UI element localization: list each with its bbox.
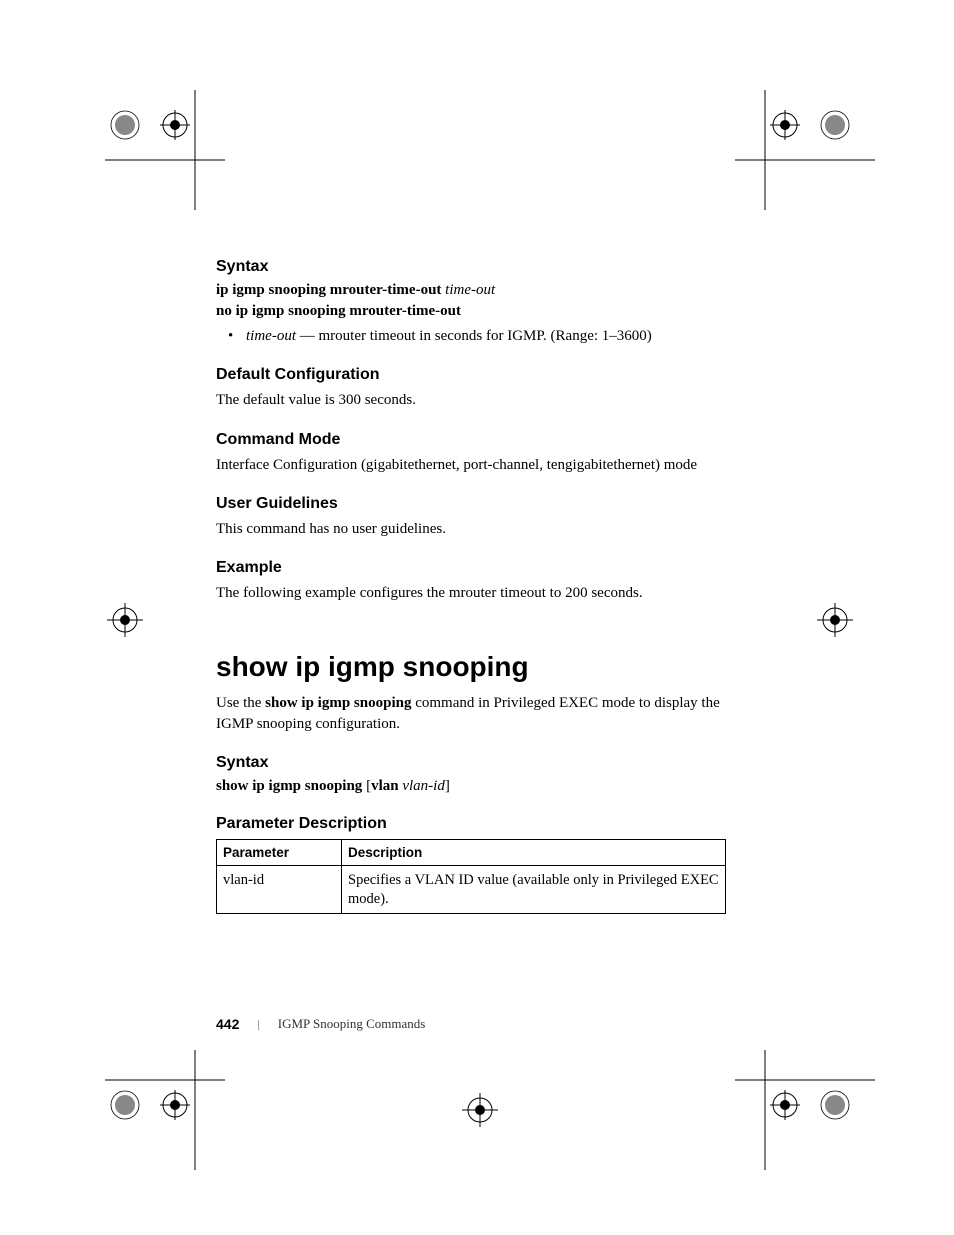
syntax2-line: show ip igmp snooping [vlan vlan-id] bbox=[216, 778, 726, 795]
footer-section-title: IGMP Snooping Commands bbox=[278, 1016, 426, 1032]
crop-mark-bottom-left bbox=[105, 1050, 225, 1170]
footer-divider-icon: | bbox=[257, 1017, 259, 1032]
command-intro: Use the show ip igmp snooping command in… bbox=[216, 693, 726, 734]
example-section: Example The following example configures… bbox=[216, 559, 726, 603]
table-header-parameter: Parameter bbox=[217, 839, 342, 865]
user-guidelines-section: User Guidelines This command has no user… bbox=[216, 495, 726, 539]
table-header-description: Description bbox=[342, 839, 726, 865]
default-config-heading: Default Configuration bbox=[216, 366, 726, 384]
default-config-text: The default value is 300 seconds. bbox=[216, 390, 726, 410]
parameter-table: Parameter Description vlan-id Specifies … bbox=[216, 839, 726, 915]
crop-mark-mid-right bbox=[805, 595, 865, 645]
syntax-bullet-list: • time-out — mrouter timeout in seconds … bbox=[246, 326, 726, 346]
crop-mark-top-left bbox=[105, 90, 225, 210]
crop-mark-top-right bbox=[735, 90, 875, 210]
table-row: vlan-id Specifies a VLAN ID value (avail… bbox=[217, 865, 726, 914]
command-mode-heading: Command Mode bbox=[216, 431, 726, 449]
syntax2-heading: Syntax bbox=[216, 754, 726, 772]
user-guidelines-heading: User Guidelines bbox=[216, 495, 726, 513]
page-footer: 442 | IGMP Snooping Commands bbox=[216, 1016, 425, 1032]
example-heading: Example bbox=[216, 559, 726, 577]
command-mode-text: Interface Configuration (gigabitethernet… bbox=[216, 455, 726, 475]
syntax-section-1: Syntax ip igmp snooping mrouter-time-out… bbox=[216, 258, 726, 346]
crop-mark-mid-left bbox=[95, 595, 155, 645]
syntax-section-2: Syntax show ip igmp snooping [vlan vlan-… bbox=[216, 754, 726, 795]
table-cell-desc: Specifies a VLAN ID value (available onl… bbox=[342, 865, 726, 914]
table-cell-param: vlan-id bbox=[217, 865, 342, 914]
page-number: 442 bbox=[216, 1016, 239, 1032]
crop-mark-bottom-right bbox=[735, 1050, 875, 1170]
syntax-line-1: ip igmp snooping mrouter-time-out time-o… bbox=[216, 282, 726, 299]
parameter-description-section: Parameter Description Parameter Descript… bbox=[216, 815, 726, 915]
crop-mark-bottom-center bbox=[450, 1085, 510, 1135]
table-header-row: Parameter Description bbox=[217, 839, 726, 865]
command-title: show ip igmp snooping bbox=[216, 651, 726, 683]
command-mode-section: Command Mode Interface Configuration (gi… bbox=[216, 431, 726, 475]
param-desc-heading: Parameter Description bbox=[216, 815, 726, 833]
page-content: Syntax ip igmp snooping mrouter-time-out… bbox=[216, 258, 726, 934]
default-config-section: Default Configuration The default value … bbox=[216, 366, 726, 410]
example-text: The following example configures the mro… bbox=[216, 583, 726, 603]
syntax-heading: Syntax bbox=[216, 258, 726, 276]
syntax-line-2: no ip igmp snooping mrouter-time-out bbox=[216, 303, 726, 320]
syntax-bullet-item: • time-out — mrouter timeout in seconds … bbox=[246, 326, 726, 346]
bullet-icon: • bbox=[228, 326, 233, 346]
user-guidelines-text: This command has no user guidelines. bbox=[216, 519, 726, 539]
